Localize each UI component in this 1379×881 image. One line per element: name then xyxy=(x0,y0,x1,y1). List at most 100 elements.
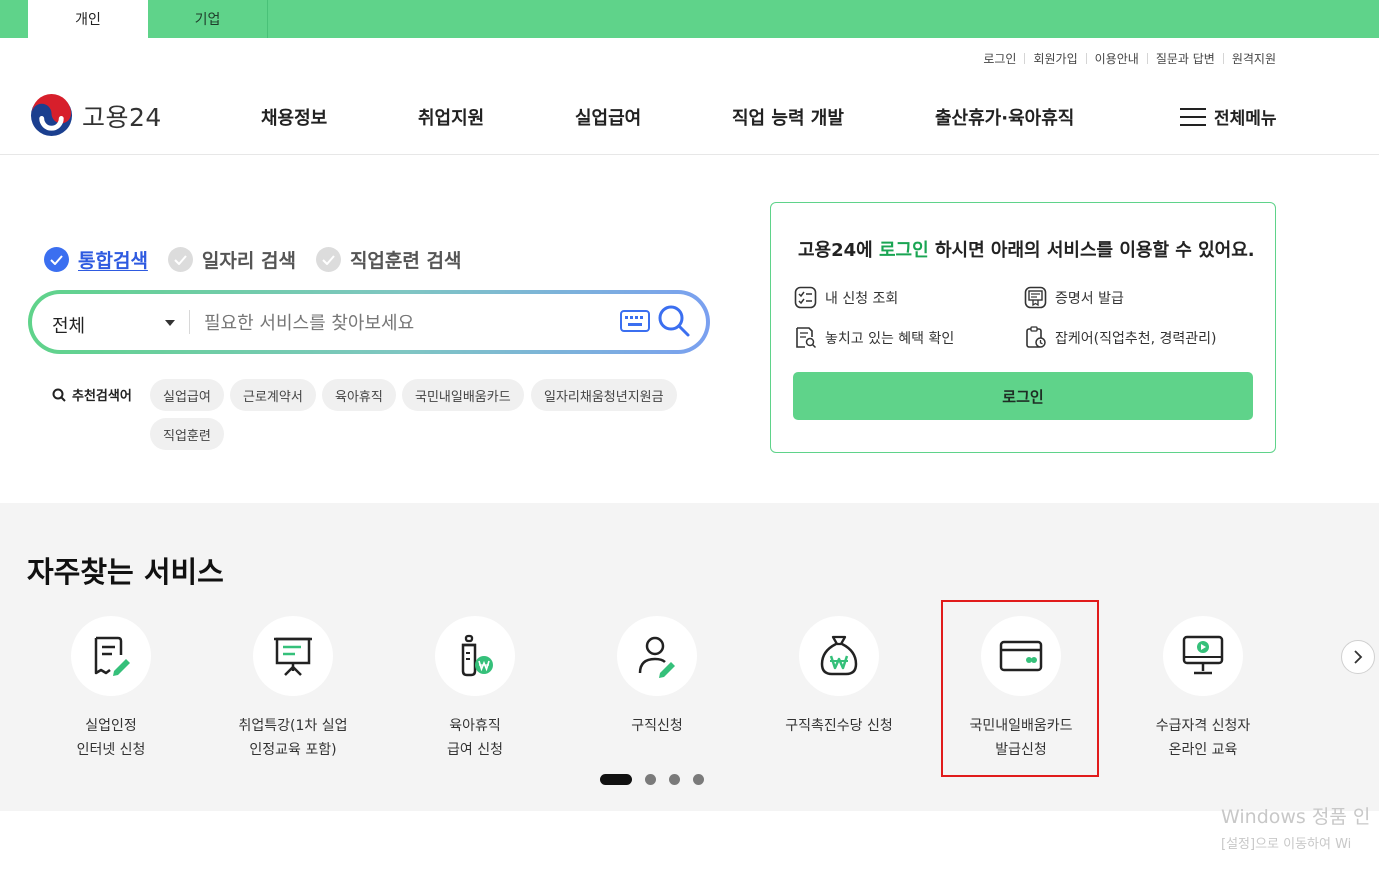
service-label: 구직신청 xyxy=(631,718,683,734)
header-divider xyxy=(0,154,1379,155)
divider xyxy=(1085,53,1087,64)
nav-maternity-parental-leave[interactable]: 출산휴가·육아휴직 xyxy=(935,104,1074,130)
search-type-jobs[interactable]: 일자리 검색 xyxy=(167,246,296,273)
service-eligibility-online-education[interactable]: 수급자격 신청자 온라인 교육 xyxy=(1112,616,1294,762)
service-icon-circle xyxy=(1163,616,1243,696)
search-icon[interactable] xyxy=(657,304,691,338)
pagination-dot-3[interactable] xyxy=(669,774,680,785)
service-unemployment-recognition[interactable]: 실업인정 인터넷 신청 xyxy=(20,616,202,762)
search-scope-select[interactable]: 전체 xyxy=(52,312,85,338)
util-qna-link[interactable]: 질문과 답변 xyxy=(1156,50,1215,67)
divider xyxy=(1222,53,1224,64)
service-parental-leave-benefit[interactable]: 육아휴직 급여 신청 xyxy=(384,616,566,762)
service-label: 수급자격 신청자 온라인 교육 xyxy=(1155,718,1251,758)
service-icon-circle xyxy=(799,616,879,696)
nav-job-info[interactable]: 채용정보 xyxy=(261,104,327,130)
service-job-seeking-allowance[interactable]: 구직촉진수당 신청 xyxy=(748,616,930,738)
divider xyxy=(189,310,190,334)
slide-pagination xyxy=(600,774,717,785)
windows-activation-watermark: Windows 정품 인 [설정]으로 이동하여 Wi xyxy=(1221,802,1370,852)
pagination-dot-1[interactable] xyxy=(600,774,632,785)
section-title: 자주찾는 서비스 xyxy=(27,555,224,589)
util-guide-link[interactable]: 이용안내 xyxy=(1095,50,1139,67)
document-pen-icon xyxy=(94,636,130,676)
pagination-dot-2[interactable] xyxy=(645,774,656,785)
keyboard-icon[interactable] xyxy=(620,310,650,332)
all-menu-label: 전체메뉴 xyxy=(1214,109,1277,129)
search-type-training[interactable]: 직업훈련 검색 xyxy=(315,246,462,273)
login-benefit-label: 증명서 발급 xyxy=(1055,290,1124,307)
search-type-label: 통합검색 xyxy=(78,250,148,272)
login-title-text: 고용24에 xyxy=(798,240,879,261)
all-menu-button[interactable]: 전체메뉴 xyxy=(1180,104,1277,129)
certificate-icon xyxy=(1024,286,1047,309)
person-pen-icon xyxy=(638,636,675,678)
login-benefit-item: 잡케어(직업추천, 경력관리) xyxy=(1024,326,1217,349)
check-icon xyxy=(167,247,193,272)
util-signup-link[interactable]: 회원가입 xyxy=(1033,50,1077,67)
divider xyxy=(1024,53,1026,64)
nav-employment-support[interactable]: 취업지원 xyxy=(418,104,484,130)
login-benefit-label: 놓치고 있는 혜택 확인 xyxy=(825,330,955,347)
tab-business[interactable]: 기업 xyxy=(148,0,268,38)
util-login-link[interactable]: 로그인 xyxy=(983,50,1016,67)
tab-personal[interactable]: 개인 xyxy=(28,0,148,38)
recommended-label-text: 추천검색어 xyxy=(72,389,132,404)
keyword-chip[interactable]: 실업급여 xyxy=(150,379,224,411)
util-remote-link[interactable]: 원격지원 xyxy=(1232,50,1276,67)
hamburger-icon xyxy=(1180,107,1206,127)
login-title-text: 하시면 아래의 서비스를 이용할 수 있어요. xyxy=(928,240,1255,261)
nav-unemployment-benefit[interactable]: 실업급여 xyxy=(575,104,641,130)
nav-vocational-training[interactable]: 직업 능력 개발 xyxy=(732,104,844,130)
watermark-line-1: Windows 정품 인 xyxy=(1221,806,1371,828)
watermark-line-2: [설정]으로 이동하여 Wi xyxy=(1221,837,1352,852)
search-type-label: 직업훈련 검색 xyxy=(349,250,462,272)
keyword-chip[interactable]: 직업훈련 xyxy=(150,418,224,450)
search-type-group: 통합검색 일자리 검색 직업훈련 검색 xyxy=(44,246,481,273)
search-input[interactable] xyxy=(204,307,614,339)
login-promo-title: 고용24에 로그인 하시면 아래의 서비스를 이용할 수 있어요. xyxy=(798,236,1255,262)
top-bar: 개인 기업 xyxy=(0,0,1379,38)
check-icon xyxy=(44,247,69,272)
search-type-integrated[interactable]: 통합검색 xyxy=(44,246,148,273)
search-box: 전체 xyxy=(28,290,710,354)
service-icon-circle xyxy=(253,616,333,696)
service-icon-circle xyxy=(617,616,697,696)
login-title-highlight: 로그인 xyxy=(879,240,929,261)
presentation-board-icon xyxy=(274,637,312,676)
search-icon xyxy=(52,388,66,402)
service-label: 실업인정 인터넷 신청 xyxy=(76,718,146,758)
pagination-dot-4[interactable] xyxy=(693,774,704,785)
keyword-chip[interactable]: 일자리채움청년지원금 xyxy=(531,379,677,411)
service-icon-circle xyxy=(435,616,515,696)
login-benefit-label: 잡케어(직업추천, 경력관리) xyxy=(1055,330,1217,347)
keyword-chip[interactable]: 근로계약서 xyxy=(230,379,316,411)
document-search-icon xyxy=(796,327,817,349)
frequent-services-section: 자주찾는 서비스 실업인정 인터넷 신청 취업특강(1차 실업 인정교육 포함)… xyxy=(0,503,1379,811)
checklist-icon xyxy=(794,286,817,309)
service-label: 취업특강(1차 실업 인정교육 포함) xyxy=(238,718,348,758)
baby-bottle-won-icon xyxy=(461,634,493,677)
divider xyxy=(1146,53,1148,64)
main-nav: 채용정보 취업지원 실업급여 직업 능력 개발 출산휴가·육아휴직 xyxy=(0,104,1379,130)
keyword-chip[interactable]: 육아휴직 xyxy=(322,379,396,411)
monitor-play-icon xyxy=(1182,635,1224,675)
money-bag-won-icon xyxy=(820,635,858,676)
utility-links: 로그인 회원가입 이용안내 질문과 답변 원격지원 xyxy=(983,50,1276,67)
login-promo-box: 고용24에 로그인 하시면 아래의 서비스를 이용할 수 있어요. 내 신청 조… xyxy=(770,202,1276,453)
login-benefit-item: 증명서 발급 xyxy=(1024,286,1124,309)
caret-down-icon[interactable] xyxy=(165,320,175,326)
service-job-lecture[interactable]: 취업특강(1차 실업 인정교육 포함) xyxy=(202,616,384,762)
next-slide-button[interactable] xyxy=(1341,640,1375,674)
service-label: 구직촉진수당 신청 xyxy=(785,718,893,734)
service-job-application[interactable]: 구직신청 xyxy=(566,616,748,738)
login-benefit-label: 내 신청 조회 xyxy=(825,290,899,307)
check-icon xyxy=(315,247,341,272)
login-benefit-item: 내 신청 조회 xyxy=(794,286,898,309)
service-label: 육아휴직 급여 신청 xyxy=(447,718,503,758)
service-icon-circle xyxy=(71,616,151,696)
search-type-label: 일자리 검색 xyxy=(201,250,296,272)
login-button[interactable]: 로그인 xyxy=(793,372,1253,420)
login-benefit-item: 놓치고 있는 혜택 확인 xyxy=(794,326,954,349)
keyword-chip[interactable]: 국민내일배움카드 xyxy=(402,379,524,411)
